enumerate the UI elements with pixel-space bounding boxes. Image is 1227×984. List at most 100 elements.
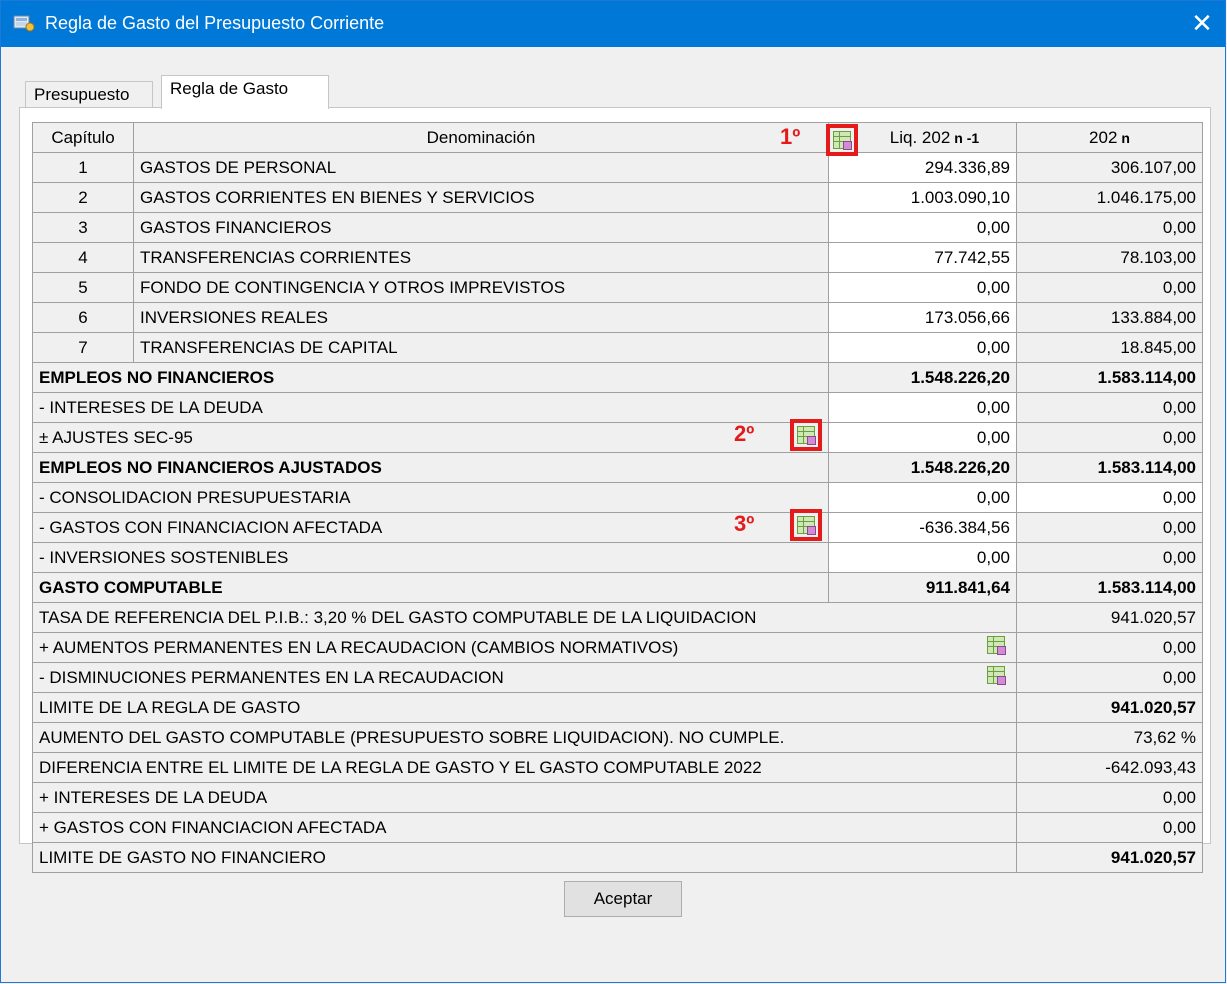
header-denominacion: Denominación	[133, 122, 829, 153]
liquidacion-value[interactable]: 294.336,89	[828, 152, 1017, 183]
table-row: 6 INVERSIONES REALES 173.056,66 133.884,00	[32, 302, 1203, 333]
chapter-number: 1	[32, 152, 134, 183]
table-row: - INTERESES DE LA DEUDA 0,00 0,00	[32, 392, 1203, 423]
presupuesto-value: 0,00	[1016, 212, 1203, 243]
liquidacion-value[interactable]: 0,00	[828, 542, 1017, 573]
summary-label: EMPLEOS NO FINANCIEROS	[32, 362, 829, 393]
regla-gasto-panel: Capítulo Denominación Liq. 202 n -1 202 n …	[19, 107, 1211, 873]
spreadsheet-edit-icon[interactable]	[986, 635, 1006, 655]
spreadsheet-edit-icon[interactable]	[796, 425, 816, 445]
chapter-name: GASTOS FINANCIEROS	[133, 212, 829, 243]
table-row: 2 GASTOS CORRIENTES EN BIENES Y SERVICIOS…	[32, 182, 1203, 213]
chapter-number: 2	[32, 182, 134, 213]
limit-value: 0,00	[1016, 662, 1203, 693]
regla-gasto-table: Capítulo Denominación Liq. 202 n -1 202 n …	[32, 122, 1203, 873]
limit-value: 941.020,57	[1016, 602, 1203, 633]
spreadsheet-edit-icon[interactable]	[986, 665, 1006, 685]
table-row: LIMITE DE LA REGLA DE GASTO 941.020,57	[32, 692, 1203, 723]
table-row: 3 GASTOS FINANCIEROS 0,00 0,00	[32, 212, 1203, 243]
liquidacion-value[interactable]: -636.384,56	[828, 512, 1017, 543]
limit-label: + AUMENTOS PERMANENTES EN LA RECAUDACION…	[32, 632, 1017, 663]
chapter-name: TRANSFERENCIAS CORRIENTES	[133, 242, 829, 273]
presupuesto-value: 18.845,00	[1016, 332, 1203, 363]
presupuesto-value: 306.107,00	[1016, 152, 1203, 183]
liquidacion-value: 1.548.226,20	[828, 362, 1017, 393]
table-header-row: Capítulo Denominación Liq. 202 n -1 202 n	[32, 122, 1203, 153]
presupuesto-value: 1.583.114,00	[1016, 452, 1203, 483]
summary-label: - INTERESES DE LA DEUDA	[32, 392, 829, 423]
header-liq-label: Liq. 202	[889, 127, 951, 147]
presupuesto-value: 0,00	[1016, 392, 1203, 423]
title-bar[interactable]: Regla de Gasto del Presupuesto Corriente…	[1, 1, 1225, 47]
tab-regla-de-gasto[interactable]: Regla de Gasto	[161, 75, 329, 109]
presupuesto-value: 0,00	[1016, 512, 1203, 543]
limit-value: 941.020,57	[1016, 692, 1203, 723]
presupuesto-value[interactable]: 0,00	[1016, 482, 1203, 513]
table-row: AUMENTO DEL GASTO COMPUTABLE (PRESUPUEST…	[32, 722, 1203, 753]
presupuesto-value: 133.884,00	[1016, 302, 1203, 333]
table-row: LIMITE DE GASTO NO FINANCIERO 941.020,57	[32, 842, 1203, 873]
chapter-number: 5	[32, 272, 134, 303]
header-capitulo: Capítulo	[32, 122, 134, 153]
chapter-number: 7	[32, 332, 134, 363]
chapter-number: 4	[32, 242, 134, 273]
limit-value: 941.020,57	[1016, 842, 1203, 873]
marker-1: 1º	[780, 124, 801, 149]
presupuesto-value: 0,00	[1016, 542, 1203, 573]
liquidacion-value[interactable]: 173.056,66	[828, 302, 1017, 333]
limit-label: + GASTOS CON FINANCIACION AFECTADA	[32, 812, 1017, 843]
tab-presupuesto[interactable]: Presupuesto	[25, 81, 153, 108]
liquidacion-value[interactable]: 77.742,55	[828, 242, 1017, 273]
liquidacion-value[interactable]: 0,00	[828, 392, 1017, 423]
table-row: DIFERENCIA ENTRE EL LIMITE DE LA REGLA D…	[32, 752, 1203, 783]
limit-value: 73,62 %	[1016, 722, 1203, 753]
chapter-name: INVERSIONES REALES	[133, 302, 829, 333]
table-row: - INVERSIONES SOSTENIBLES 0,00 0,00	[32, 542, 1203, 573]
presupuesto-value: 78.103,00	[1016, 242, 1203, 273]
table-row: + AUMENTOS PERMANENTES EN LA RECAUDACION…	[32, 632, 1203, 663]
table-row: ± AJUSTES SEC-95 0,00 0,00	[32, 422, 1203, 453]
chapter-name: GASTOS DE PERSONAL	[133, 152, 829, 183]
summary-body: EMPLEOS NO FINANCIEROS 1.548.226,20 1.583.…	[32, 362, 1203, 603]
close-icon[interactable]: ✕	[1187, 7, 1217, 39]
window-title: Regla de Gasto del Presupuesto Corriente	[45, 13, 385, 33]
limit-label: DIFERENCIA ENTRE EL LIMITE DE LA REGLA D…	[32, 752, 1017, 783]
limit-label: - DISMINUCIONES PERMANENTES EN LA RECAUD…	[32, 662, 1017, 693]
dialog-window: Regla de Gasto del Presupuesto Corriente…	[0, 0, 1226, 983]
table-row: - GASTOS CON FINANCIACION AFECTADA -636.3…	[32, 512, 1203, 543]
liquidacion-value[interactable]: 0,00	[828, 422, 1017, 453]
liquidacion-value[interactable]: 0,00	[828, 212, 1017, 243]
limit-label: LIMITE DE GASTO NO FINANCIERO	[32, 842, 1017, 873]
chapters-body: 1 GASTOS DE PERSONAL 294.336,89 306.107,00 2…	[32, 152, 1203, 363]
liquidacion-value[interactable]: 1.003.090,10	[828, 182, 1017, 213]
liquidacion-value[interactable]: 0,00	[828, 272, 1017, 303]
table-row: + GASTOS CON FINANCIACION AFECTADA 0,00	[32, 812, 1203, 843]
limit-value: 0,00	[1016, 812, 1203, 843]
summary-label: - CONSOLIDACION PRESUPUESTARIA	[32, 482, 829, 513]
table-row: TASA DE REFERENCIA DEL P.I.B.: 3,20 % DE…	[32, 602, 1203, 633]
limit-value: -642.093,43	[1016, 752, 1203, 783]
presupuesto-value: 0,00	[1016, 422, 1203, 453]
presupuesto-value: 1.046.175,00	[1016, 182, 1203, 213]
liquidacion-value[interactable]: 0,00	[828, 482, 1017, 513]
summary-label: EMPLEOS NO FINANCIEROS AJUSTADOS	[32, 452, 829, 483]
presupuesto-value: 1.583.114,00	[1016, 572, 1203, 603]
header-year-superscript: n	[1121, 129, 1130, 146]
table-row: GASTO COMPUTABLE 911.841,64 1.583.114,00	[32, 572, 1203, 603]
spreadsheet-edit-icon[interactable]	[796, 515, 816, 535]
table-row: EMPLEOS NO FINANCIEROS 1.548.226,20 1.583.…	[32, 362, 1203, 393]
marker-2: 2º	[734, 421, 755, 446]
chapter-name: TRANSFERENCIAS DE CAPITAL	[133, 332, 829, 363]
chapter-name: GASTOS CORRIENTES EN BIENES Y SERVICIOS	[133, 182, 829, 213]
chapter-name: FONDO DE CONTINGENCIA Y OTROS IMPREVISTO…	[133, 272, 829, 303]
limit-value: 0,00	[1016, 632, 1203, 663]
liquidacion-value: 1.548.226,20	[828, 452, 1017, 483]
summary-label: - INVERSIONES SOSTENIBLES	[32, 542, 829, 573]
table-row: 1 GASTOS DE PERSONAL 294.336,89 306.107,00	[32, 152, 1203, 183]
marker-3: 3º	[734, 511, 755, 536]
presupuesto-value: 0,00	[1016, 272, 1203, 303]
limit-label: TASA DE REFERENCIA DEL P.I.B.: 3,20 % DE…	[32, 602, 1017, 633]
accept-button[interactable]: Aceptar	[564, 881, 682, 917]
spreadsheet-edit-icon[interactable]	[832, 130, 852, 150]
liquidacion-value[interactable]: 0,00	[828, 332, 1017, 363]
